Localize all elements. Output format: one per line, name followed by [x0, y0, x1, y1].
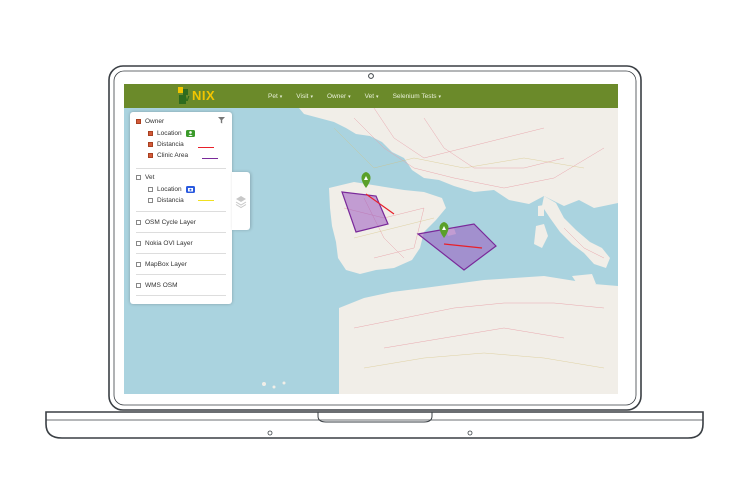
owner-distancia-checkbox[interactable]: [148, 142, 153, 147]
vet-checkbox[interactable]: [136, 175, 141, 180]
layer-owner[interactable]: Owner: [136, 118, 164, 125]
layer-switcher-panel: Owner Location Distancia Clinic Area Vet…: [130, 112, 232, 304]
camera-marker-icon: [185, 186, 195, 193]
layer-vet[interactable]: Vet: [136, 174, 154, 181]
caret-down-icon: ▾: [348, 93, 351, 100]
layer-label: Location: [157, 186, 182, 193]
person-marker-icon: [185, 130, 195, 137]
layer-label: Nokia OVI Layer: [145, 240, 193, 247]
divider: [136, 168, 226, 169]
divider: [136, 295, 226, 296]
nav-label: Pet: [268, 92, 278, 100]
nokia-ovi-checkbox[interactable]: [136, 241, 141, 246]
divider: [136, 211, 226, 212]
caret-down-icon: ▾: [376, 93, 379, 100]
navbar: pv NIX Pet ▾ Visit ▾ Owner ▾ Vet ▾ Selenium …: [124, 84, 618, 108]
logo-text: NIX: [192, 88, 216, 103]
layer-label: WMS OSM: [145, 282, 178, 289]
divider: [136, 274, 226, 275]
distancia-line-swatch: [198, 147, 214, 149]
vet-location-checkbox[interactable]: [148, 187, 153, 192]
mapbox-checkbox[interactable]: [136, 262, 141, 267]
layer-wms-osm[interactable]: WMS OSM: [136, 282, 178, 289]
caret-down-icon: ▾: [279, 93, 283, 100]
layer-label: Owner: [145, 118, 165, 125]
layer-label: Distancia: [157, 141, 184, 148]
layer-vet-location[interactable]: Location: [148, 186, 195, 193]
layer-owner-location[interactable]: Location: [148, 130, 195, 137]
app-screen: pv NIX Pet ▾ Visit ▾ Owner ▾ Vet ▾ Selenium …: [124, 84, 618, 394]
layer-label: Distancia: [157, 197, 184, 204]
layers-stack-icon: [235, 196, 247, 209]
owner-location-checkbox[interactable]: [148, 131, 153, 136]
vet-distancia-line-swatch: [198, 200, 214, 202]
layer-label: MapBox Layer: [145, 261, 187, 268]
app-logo[interactable]: pv NIX: [176, 86, 240, 106]
nav-item-selenium-tests[interactable]: Selenium Tests ▾: [386, 93, 448, 100]
osm-cycle-checkbox[interactable]: [136, 220, 141, 225]
layer-osm-cycle[interactable]: OSM Cycle Layer: [136, 219, 196, 226]
layer-owner-distancia[interactable]: Distancia: [148, 141, 184, 148]
owner-checkbox[interactable]: [136, 119, 141, 124]
layer-label: Vet: [145, 174, 155, 181]
layer-label: Location: [157, 130, 182, 137]
nav-label: Selenium Tests: [392, 92, 437, 100]
vet-distancia-checkbox[interactable]: [148, 198, 153, 203]
layer-nokia-ovi[interactable]: Nokia OVI Layer: [136, 240, 193, 247]
main-nav: Pet ▾ Visit ▾ Owner ▾ Vet ▾ Selenium Tests ▾: [261, 84, 448, 108]
filter-icon[interactable]: [218, 117, 225, 124]
nav-item-vet[interactable]: Vet ▾: [358, 93, 386, 100]
nav-item-owner[interactable]: Owner ▾: [320, 93, 358, 100]
layer-mapbox[interactable]: MapBox Layer: [136, 261, 187, 268]
nav-label: Owner: [326, 92, 347, 100]
layer-vet-distancia[interactable]: Distancia: [148, 197, 184, 204]
layer-label: OSM Cycle Layer: [145, 219, 196, 226]
wms-osm-checkbox[interactable]: [136, 283, 141, 288]
layer-panel-toggle[interactable]: [232, 172, 250, 230]
owner-clinic-area-checkbox[interactable]: [148, 153, 153, 158]
divider: [136, 232, 226, 233]
nav-label: Vet: [364, 92, 375, 100]
layer-label: Clinic Area: [157, 152, 189, 159]
nav-item-pet[interactable]: Pet ▾: [261, 93, 289, 100]
nav-label: Visit: [296, 92, 309, 100]
layer-owner-clinic-area[interactable]: Clinic Area: [148, 152, 188, 159]
nav-item-visit[interactable]: Visit ▾: [289, 93, 320, 100]
logo-prefix: pv: [179, 93, 190, 103]
clinic-area-line-swatch: [202, 158, 218, 160]
caret-down-icon: ▾: [310, 93, 313, 100]
divider: [136, 253, 226, 254]
caret-down-icon: ▾: [438, 93, 442, 100]
